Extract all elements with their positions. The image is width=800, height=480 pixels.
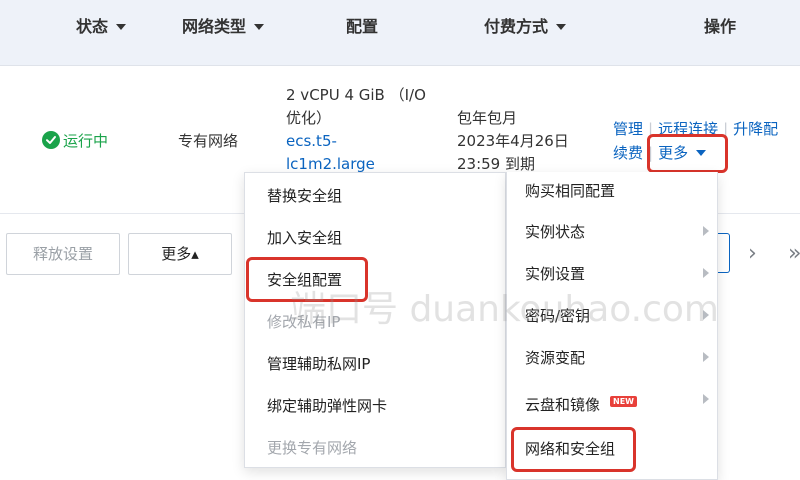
menu-item-replace-security-group[interactable]: 替换安全组 [267,185,342,207]
status-text: 运行中 [63,132,109,150]
expiry-date: 2023年4月26日 [457,132,569,150]
caret-down-icon [116,23,127,30]
highlight-network-and-security-group [511,427,636,472]
highlight-more-actions [647,134,728,173]
instance-type-link-line-1[interactable]: ecs.t5- [286,130,337,152]
menu-item-bind-secondary-eni[interactable]: 绑定辅助弹性网卡 [267,395,387,417]
chevron-right-icon [703,310,709,320]
chevron-right-icon [703,352,709,362]
manage-link[interactable]: 管理 [613,120,643,138]
menu-item-join-security-group[interactable]: 加入安全组 [267,227,342,249]
column-header-network-type[interactable]: 网络类型 [182,16,265,38]
bottom-more-button[interactable]: 更多▴ [128,233,232,275]
column-header-billing-label: 付费方式 [484,17,549,36]
caret-down-icon [254,23,265,30]
column-header-actions: 操作 [704,17,737,36]
release-settings-button[interactable]: 释放设置 [6,233,120,275]
table-header: 状态 网络类型 配置 付费方式 操作 [0,0,800,66]
billing-type: 包年包月 [457,109,518,127]
pager-next-icon[interactable]: › [748,242,757,266]
config-line-2: 优化） [286,109,332,127]
highlight-security-group-config [246,257,368,302]
chevron-right-icon [703,394,709,404]
menu-item-disk-and-image-label: 云盘和镜像 [525,396,601,414]
column-header-config: 配置 [346,17,379,36]
menu-item-instance-settings[interactable]: 实例设置 [525,263,585,285]
network-type-cell: 专有网络 [178,132,239,150]
menu-item-buy-same-config[interactable]: 购买相同配置 [525,180,615,202]
upgrade-link[interactable]: 升降配 [733,120,778,138]
column-header-status[interactable]: 状态 [76,16,127,38]
column-header-network-type-label: 网络类型 [182,17,247,36]
menu-item-change-vpc: 更换专有网络 [267,439,358,457]
renew-link[interactable]: 续费 [613,144,643,162]
config-line-1: 2 vCPU 4 GiB （I/O [286,86,426,104]
menu-item-disk-and-image[interactable]: 云盘和镜像 NEW [525,394,637,416]
menu-item-password-key[interactable]: 密码/密钥 [525,305,590,327]
chevron-right-icon [703,268,709,278]
caret-down-icon [556,23,567,30]
status-cell: 运行中 [42,130,108,152]
menu-item-modify-private-ip: 修改私有IP [267,313,341,331]
new-badge: NEW [610,396,637,407]
pager-last-icon[interactable]: » [788,242,800,266]
column-header-status-label: 状态 [76,17,109,36]
check-circle-icon [42,130,60,149]
chevron-right-icon [703,226,709,236]
column-header-billing[interactable]: 付费方式 [484,16,567,38]
menu-item-manage-secondary-private-ip[interactable]: 管理辅助私网IP [267,353,370,375]
menu-item-resource-change[interactable]: 资源变配 [525,347,585,369]
menu-item-instance-status[interactable]: 实例状态 [525,221,585,243]
security-group-submenu: 替换安全组 加入安全组 安全组配置 修改私有IP 管理辅助私网IP 绑定辅助弹性… [244,172,506,468]
